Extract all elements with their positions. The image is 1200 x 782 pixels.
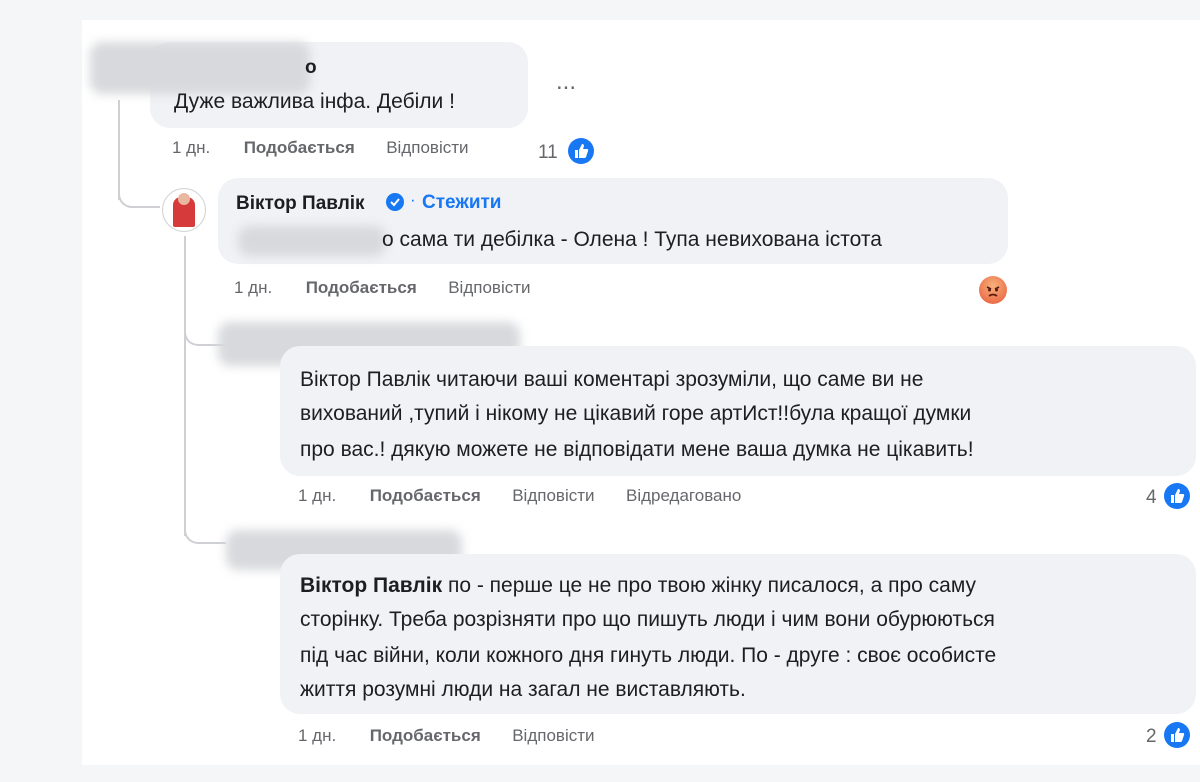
comment-actions: 1 дн. Подобається Відповісти — [298, 726, 595, 746]
reply-button[interactable]: Відповісти — [448, 278, 530, 297]
like-button[interactable]: Подобається — [244, 138, 355, 157]
blurred-mention — [238, 226, 386, 256]
reaction-count[interactable]: 11 — [538, 142, 558, 164]
comment-author[interactable]: Віктор Павлік — [236, 188, 365, 219]
comment-text-line: Віктор Павлік по - перше це не про твою … — [300, 570, 976, 601]
comment-text-line: Віктор Павлік читаючи ваші коментарі зро… — [300, 368, 924, 391]
verified-badge-icon — [386, 193, 404, 211]
mention-link[interactable]: Віктор Павлік — [300, 574, 442, 597]
comment-actions: 1 дн. Подобається Відповісти — [172, 138, 469, 158]
like-button[interactable]: Подобається — [306, 278, 417, 297]
follow-button[interactable]: Стежити — [422, 192, 501, 214]
reaction-count[interactable]: 4 — [1146, 487, 1157, 509]
reply-button[interactable]: Відповісти — [512, 726, 594, 745]
comment-time[interactable]: 1 дн. — [234, 278, 272, 297]
reply-button[interactable]: Відповісти — [386, 138, 468, 157]
angry-reaction-icon — [979, 276, 1007, 304]
screenshot-canvas: о Дуже важлива інфа. Дебіли ! 1 дн. Подо… — [0, 0, 1200, 782]
comment-actions: 1 дн. Подобається Відповісти Відредагова… — [298, 486, 741, 506]
comment-time[interactable]: 1 дн. — [298, 726, 336, 745]
reaction-count[interactable]: 2 — [1146, 726, 1157, 748]
comment-time[interactable]: 1 дн. — [172, 138, 210, 157]
comment-text-line: вихований ,тупий і нікому не цікавий гор… — [300, 402, 972, 425]
like-button[interactable]: Подобається — [370, 486, 481, 505]
thread-connector — [118, 170, 160, 208]
comment-text-line: сторінку. Треба розрізняти про що пишуть… — [300, 608, 995, 631]
reply-button[interactable]: Відповісти — [512, 486, 594, 505]
avatar[interactable] — [162, 188, 206, 232]
thread-line — [184, 236, 186, 536]
comment-actions: 1 дн. Подобається Відповісти — [234, 278, 531, 298]
comment-text-line: про вас.! дякую можете не відповідати ме… — [300, 438, 974, 461]
like-reaction-icon — [1164, 722, 1190, 748]
more-options-icon[interactable]: ... — [556, 68, 576, 96]
like-reaction-icon — [568, 138, 594, 164]
separator-dot: · — [410, 190, 416, 209]
comment-text: о сама ти дебілка - Олена ! Тупа невихов… — [382, 228, 882, 251]
like-button[interactable]: Подобається — [370, 726, 481, 745]
comment-text-line: життя розумні люди на загал не виставляю… — [300, 678, 746, 701]
comment-text: Дуже важлива інфа. Дебіли ! — [174, 90, 455, 113]
like-reaction-icon — [1164, 483, 1190, 509]
thread-connector — [184, 500, 226, 544]
comment-author[interactable]: о — [305, 52, 317, 83]
comment-text-line: під час війни, коли кожного дня гинуть л… — [300, 644, 997, 667]
edited-label[interactable]: Відредаговано — [626, 486, 741, 505]
comment-time[interactable]: 1 дн. — [298, 486, 336, 505]
comment-text: по - перше це не про твою жінку писалося… — [442, 574, 977, 597]
